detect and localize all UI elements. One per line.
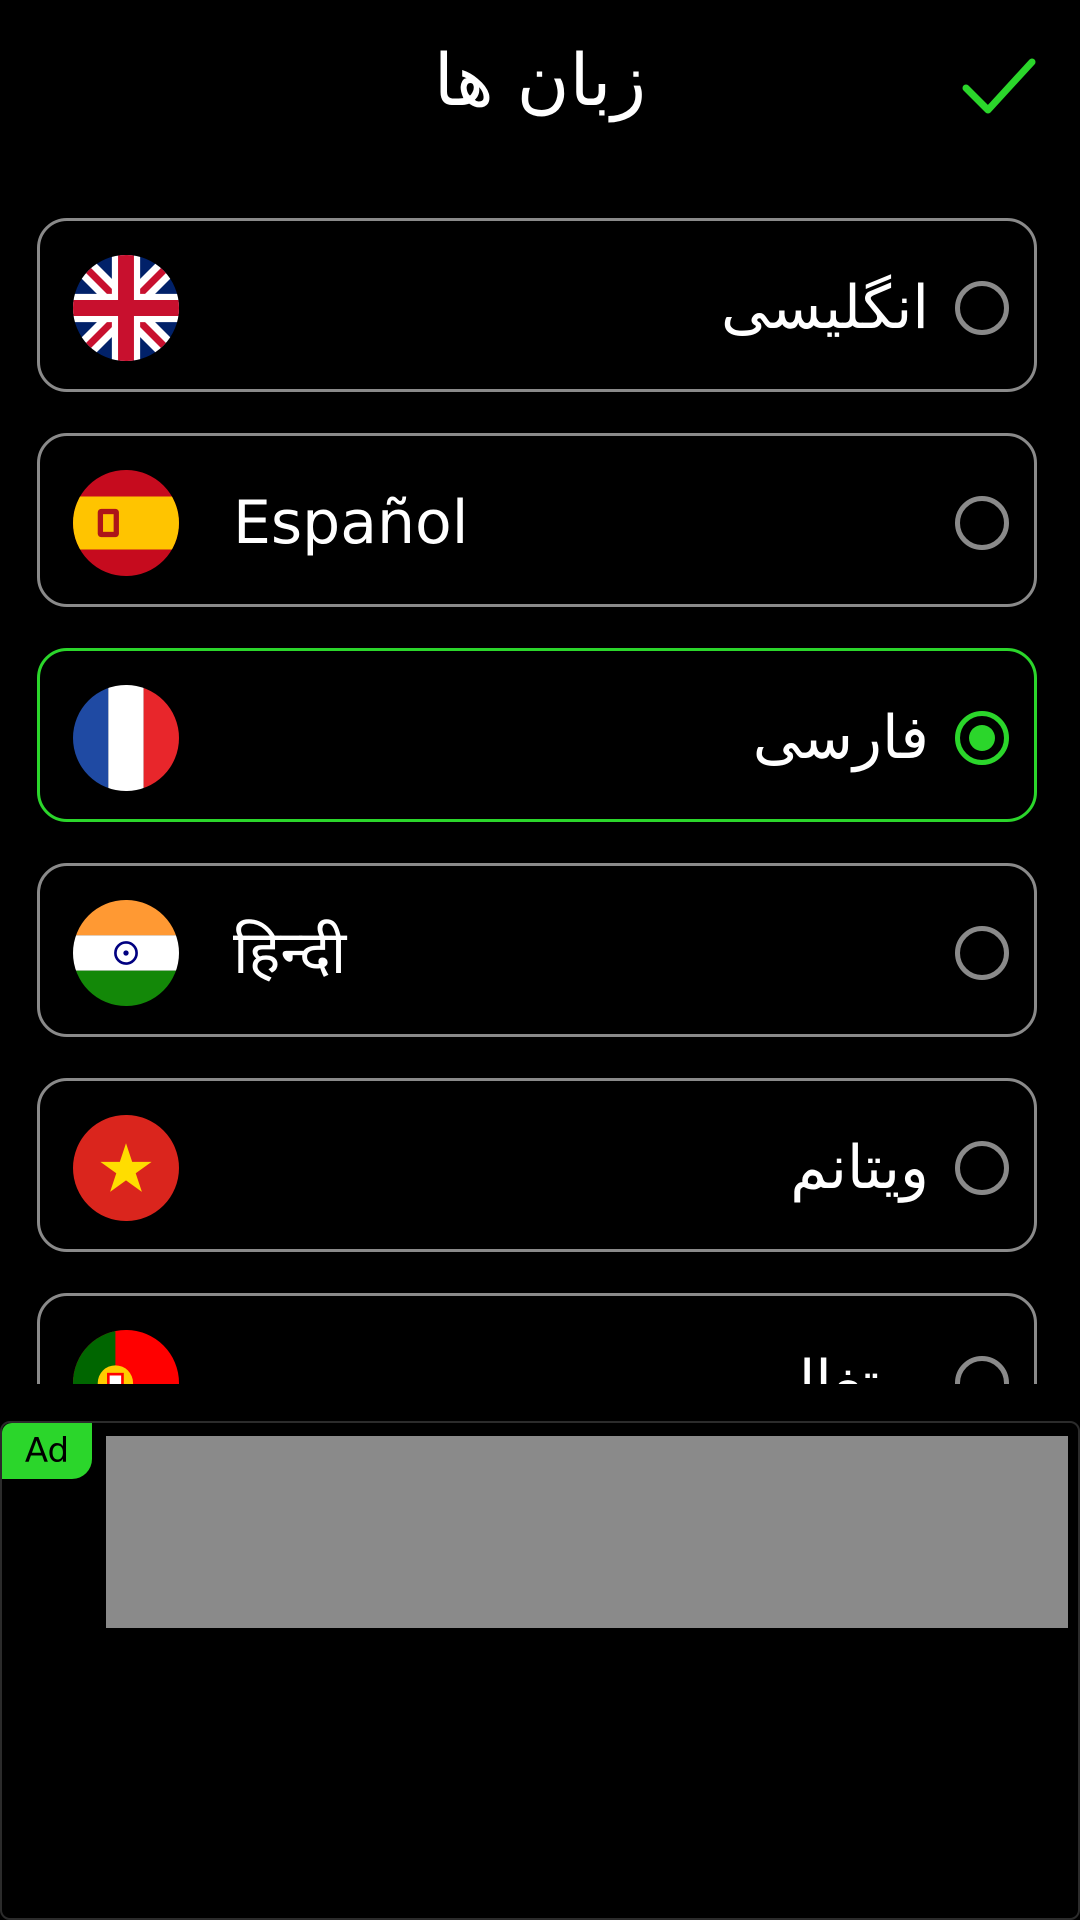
radio-button[interactable]	[955, 281, 1009, 335]
india-flag-icon	[73, 900, 179, 1006]
ad-badge: Ad	[2, 1423, 92, 1479]
language-item-spanish[interactable]: Español	[37, 433, 1037, 607]
language-item-english[interactable]: انگلیسی	[37, 218, 1037, 392]
language-label: فارسی	[752, 703, 929, 773]
ad-banner[interactable]: Ad	[0, 1421, 1080, 1920]
radio-button[interactable]	[955, 711, 1009, 765]
radio-button[interactable]	[955, 1356, 1009, 1384]
language-label: پرتغال	[771, 1348, 929, 1384]
radio-button[interactable]	[955, 1141, 1009, 1195]
language-label: انگلیسی	[720, 273, 929, 343]
language-item-portuguese[interactable]: پرتغال	[37, 1293, 1037, 1384]
ad-image-placeholder[interactable]	[106, 1436, 1068, 1628]
language-label: Español	[233, 488, 469, 558]
radio-button[interactable]	[955, 496, 1009, 550]
radio-button[interactable]	[955, 926, 1009, 980]
spain-flag-icon	[73, 470, 179, 576]
language-label: हिन्दी	[233, 918, 347, 988]
language-item-vietnamese[interactable]: ویتانم	[37, 1078, 1037, 1252]
language-item-hindi[interactable]: हिन्दी	[37, 863, 1037, 1037]
language-list: انگلیسی Español فارسی हिन्दी ویتانم پرتغ…	[0, 0, 1080, 1384]
language-label: ویتانم	[790, 1133, 929, 1203]
language-item-farsi[interactable]: فارسی	[37, 648, 1037, 822]
vietnam-flag-icon	[73, 1115, 179, 1221]
france-flag-icon	[73, 685, 179, 791]
uk-flag-icon	[73, 255, 179, 361]
portugal-flag-icon	[73, 1330, 179, 1384]
